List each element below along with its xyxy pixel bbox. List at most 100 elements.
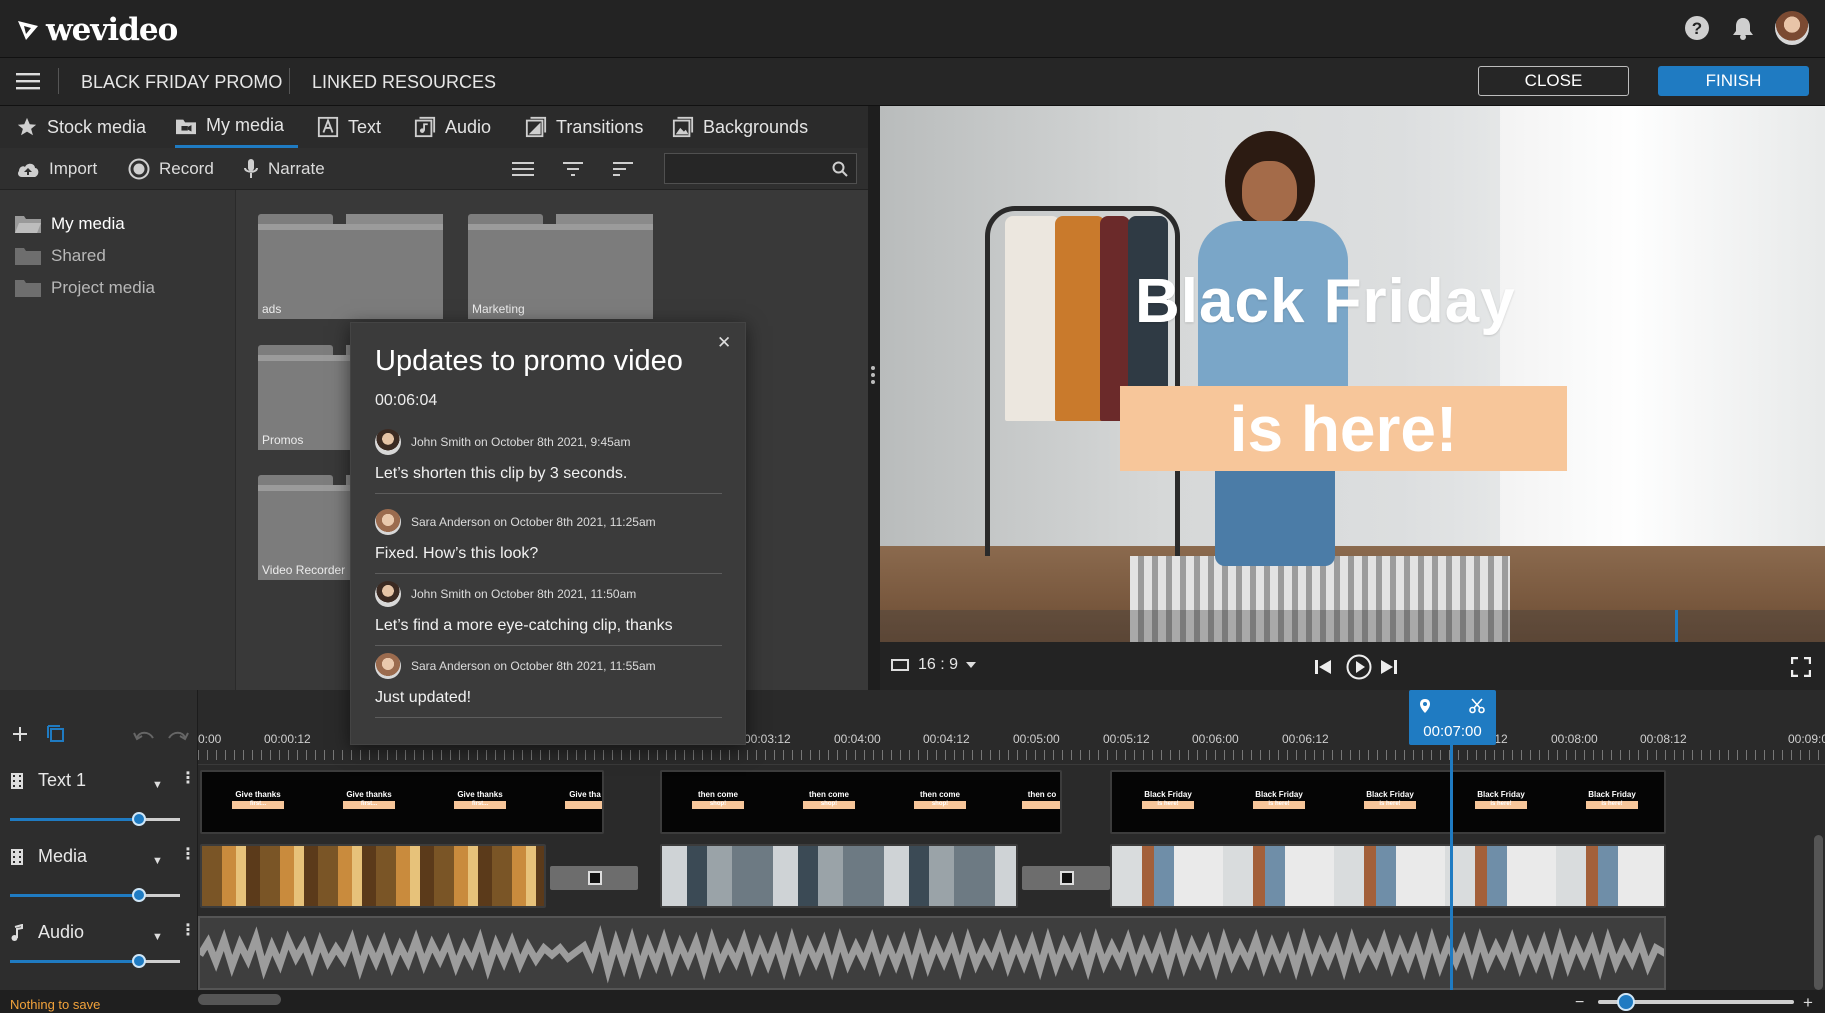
more-vertical-icon[interactable]: ⋮ [180, 771, 196, 787]
text-track[interactable]: Give thanks first... Give thanks first... … [200, 768, 1666, 836]
playhead-marker[interactable]: 00:07:00 [1409, 690, 1496, 745]
timeline-horizontal-scrollbar[interactable] [198, 994, 281, 1005]
search-icon[interactable] [832, 161, 848, 177]
scissors-icon[interactable] [1469, 698, 1485, 714]
clip-thumbnail: Black Friday is here! [1586, 790, 1638, 809]
user-avatar[interactable] [1775, 11, 1809, 45]
redo-icon[interactable] [167, 728, 189, 742]
tab-backgrounds[interactable]: Backgrounds [672, 106, 808, 148]
zoom-out-icon[interactable]: − [1575, 994, 1584, 1012]
filter-icon[interactable] [563, 160, 583, 178]
narrate-label: Narrate [268, 159, 325, 178]
clip-thumbnail: then come shop! [914, 790, 966, 809]
close-icon[interactable]: ✕ [717, 333, 731, 353]
record-button[interactable]: Record [128, 148, 214, 190]
zoom-slider-handle[interactable] [1617, 993, 1635, 1011]
timeline-vertical-scrollbar[interactable] [1814, 835, 1823, 990]
panel-resize-handle[interactable] [870, 365, 876, 385]
record-icon [128, 158, 150, 180]
track-header-media[interactable]: Media [10, 846, 87, 867]
text-clip-give-thanks[interactable]: Give thanks first... Give thanks first... … [200, 770, 604, 834]
tab-text[interactable]: Text [317, 106, 381, 148]
undo-icon[interactable] [133, 728, 155, 742]
tab-transitions[interactable]: Transitions [525, 106, 643, 148]
snap-icon[interactable] [47, 725, 65, 743]
music-note-icon [11, 923, 23, 941]
transition-clip[interactable] [1022, 866, 1110, 890]
track-header-text[interactable]: Text 1 [10, 770, 86, 791]
wevideo-logo[interactable]: wevideo [16, 12, 178, 48]
sidebar-item-my-media[interactable]: My media [14, 214, 125, 234]
chevron-down-icon[interactable]: ▼ [152, 779, 163, 791]
volume-slider-text[interactable] [10, 812, 180, 826]
text-icon [317, 116, 339, 138]
chevron-down-icon[interactable]: ▼ [152, 931, 163, 943]
popup-timestamp[interactable]: 00:06:04 [375, 392, 437, 410]
ruler-label: 00:08:00 [1551, 732, 1598, 746]
close-button[interactable]: CLOSE [1478, 66, 1629, 96]
folder-camera-icon [176, 119, 196, 134]
more-vertical-icon[interactable]: ⋮ [180, 847, 196, 863]
text-clip-then-come[interactable]: then come shop! then come shop! then come s… [660, 770, 1062, 834]
comment-header: Sara Anderson on October 8th 2021, 11:55… [375, 653, 722, 679]
skip-forward-icon[interactable] [1380, 658, 1398, 676]
media-track[interactable] [200, 842, 1666, 910]
audio-clip[interactable] [198, 916, 1666, 990]
skip-back-icon[interactable] [1314, 658, 1332, 676]
sidebar-item-label: My media [51, 214, 125, 233]
linked-resources-link[interactable]: LINKED RESOURCES [312, 72, 496, 93]
play-icon[interactable] [1346, 654, 1372, 680]
tab-label: Audio [445, 116, 492, 137]
playback-bar: 16 : 9 [880, 642, 1825, 690]
add-track-icon[interactable] [12, 726, 28, 742]
fullscreen-icon[interactable] [1791, 657, 1811, 677]
aspect-ratio-select[interactable]: 16 : 9 [890, 656, 977, 674]
import-label: Import [49, 159, 98, 178]
media-clip-food[interactable] [200, 844, 546, 908]
project-title[interactable]: BLACK FRIDAY PROMO [81, 72, 282, 93]
map-pin-icon[interactable] [1419, 698, 1431, 714]
transition-clip[interactable] [550, 866, 638, 890]
chevron-down-icon[interactable]: ▼ [152, 855, 163, 867]
folder-marketing[interactable]: Marketing [468, 214, 653, 319]
title-text-box[interactable]: is here! [1120, 386, 1567, 471]
cloud-upload-icon [18, 163, 39, 177]
help-icon[interactable]: ? [1681, 12, 1713, 44]
film-strip-icon [11, 772, 23, 789]
logo-text: wevideo [46, 12, 178, 48]
folder-ads[interactable]: ads [258, 214, 443, 319]
ruler-label: 00:04:12 [923, 732, 970, 746]
sort-icon[interactable] [613, 160, 633, 178]
import-button[interactable]: Import [16, 148, 97, 190]
preview-progress-marker[interactable] [1675, 610, 1678, 642]
folder-open-icon [15, 216, 41, 233]
comment-author: Sara Anderson on October 8th 2021, 11:25… [411, 515, 656, 529]
tab-stock-media[interactable]: Stock media [16, 106, 146, 148]
volume-slider-audio[interactable] [10, 954, 180, 968]
media-clip-shoppers[interactable] [660, 844, 1018, 908]
video-preview[interactable]: Black Friday is here! [880, 106, 1825, 642]
sidebar-item-shared[interactable]: Shared [14, 246, 106, 266]
comment-popup: Updates to promo video 00:06:04 ✕ John S… [350, 322, 746, 745]
clip-thumbnail: Black Friday is here! [1475, 790, 1527, 809]
ruler-ticks [198, 750, 1825, 760]
preview-progress-bar[interactable] [880, 610, 1825, 642]
media-clip-black-friday[interactable] [1110, 844, 1666, 908]
notifications-bell-icon[interactable] [1727, 12, 1759, 44]
zoom-in-icon[interactable]: + [1803, 993, 1813, 1013]
track-header-audio[interactable]: Audio [10, 922, 84, 943]
text-clip-black-friday[interactable]: Black Friday is here! Black Friday is here… [1110, 770, 1666, 834]
volume-slider-media[interactable] [10, 888, 180, 902]
finish-button[interactable]: FINISH [1658, 66, 1809, 96]
media-search-input[interactable] [664, 153, 857, 184]
more-vertical-icon[interactable]: ⋮ [180, 923, 196, 939]
narrate-button[interactable]: Narrate [243, 148, 325, 190]
tab-my-media[interactable]: My media [175, 106, 299, 148]
tab-audio[interactable]: Audio [414, 106, 491, 148]
avatar [375, 429, 401, 455]
title-text-line1[interactable]: Black Friday [1135, 266, 1516, 337]
list-view-icon[interactable] [512, 160, 534, 178]
sidebar-item-project-media[interactable]: Project media [14, 278, 155, 298]
folder-sidebar: My media Shared Project media [0, 190, 236, 690]
hamburger-menu-icon[interactable] [16, 72, 40, 90]
